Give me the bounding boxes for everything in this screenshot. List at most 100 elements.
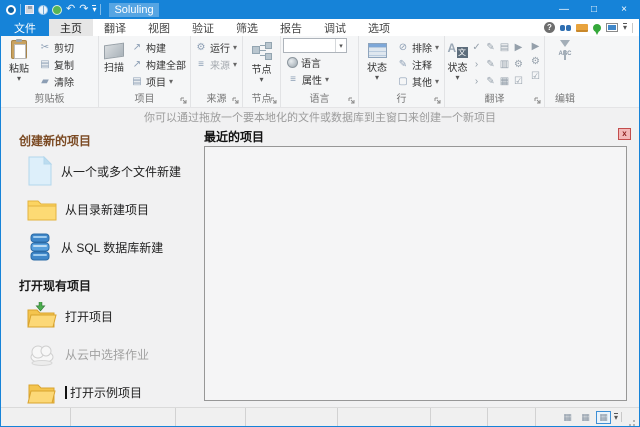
edit-translation-icon[interactable]: ✎ [484,41,497,56]
recent-close-button[interactable]: x [618,128,631,140]
paste-button[interactable]: 粘贴 ▾ [3,38,35,93]
node-button[interactable]: 节点 ▾ [246,38,278,93]
language-combobox[interactable]: ▾ [283,38,347,53]
approve-icon[interactable]: ✓ [470,41,483,56]
language-button[interactable]: 语言 [285,54,358,71]
help-icon[interactable]: ? [544,22,555,33]
validate-translation-icon[interactable]: ☑ [531,71,540,83]
run-translate-icon[interactable]: ▶ [531,41,540,53]
tab-filter[interactable]: 筛选 [225,19,269,36]
scan-button[interactable]: 扫描 [101,38,127,93]
node-dropdown-icon[interactable]: ▾ [259,77,263,83]
translate-settings-icon[interactable]: ⚙ [531,56,540,68]
translate-service-icon[interactable] [38,5,48,15]
new-from-directory-item[interactable]: 从目录新建项目 [27,193,200,225]
open-project-item[interactable]: 打开项目 [27,300,200,332]
project-dialog-launcher[interactable] [180,97,188,105]
source-dialog-launcher[interactable] [232,97,240,105]
tab-view[interactable]: 视图 [137,19,181,36]
customize-qat-dropdown-icon[interactable]: ▾ [92,5,96,14]
view-dropdown-icon[interactable]: ▾ [614,413,618,422]
view-grid-button[interactable]: ▦ [560,411,575,424]
node-dialog-launcher[interactable] [270,97,278,105]
translation-status-dropdown-icon[interactable]: ▾ [456,75,460,81]
translation-tools-icon[interactable]: ⚙ [512,58,525,73]
translation-dialog-launcher[interactable] [534,97,542,105]
build-label: 构建 [146,40,166,55]
language-dialog-launcher[interactable] [348,97,356,105]
window-controls: — □ × [549,0,639,19]
language-combobox-dropdown-icon[interactable]: ▾ [335,39,346,52]
find-icon[interactable] [560,25,571,31]
deliver-icon[interactable] [576,24,588,32]
undo-icon[interactable]: ↶ [66,4,75,15]
edit-note-icon[interactable]: ✎ [484,75,497,90]
row-status-dropdown-icon[interactable]: ▾ [375,75,379,81]
translation-status-label: 状态 [448,59,468,74]
tab-report[interactable]: 报告 [269,19,313,36]
ribbon-group-language: ▾ 语言 ≡ 属性 ▾ 语言 [281,36,359,107]
translation-memory-icon[interactable]: ▦ [498,75,511,90]
exclude-button[interactable]: ⊘ 排除 ▾ [395,39,441,56]
next-untranslated-icon[interactable]: › [470,75,483,90]
edit-accept-icon[interactable]: ✎ [484,58,497,73]
minimize-button[interactable]: — [549,0,579,19]
cut-button[interactable]: ✂ 剪切 [37,39,76,56]
other-button[interactable]: ▢ 其他 ▾ [395,73,441,90]
view-split-button[interactable]: ▦ [578,411,593,424]
open-samples-item[interactable]: 打开示例项目 [27,376,200,408]
project-menu-button[interactable]: ▤ 项目 ▾ [129,73,188,90]
clear-button[interactable]: ▰ 清除 [37,73,76,90]
maximize-button[interactable]: □ [579,0,609,19]
row-status-button[interactable]: 状态 ▾ [361,38,393,93]
status-segment [246,408,338,426]
tools-dropdown-icon[interactable]: ▾ [623,23,627,32]
translation-status-button[interactable]: A 文 状态 ▾ [447,38,468,93]
tab-home[interactable]: 主页 [49,19,93,36]
toolbar-separator [100,4,101,15]
ribbon-group-node: 节点 ▾ 节点 [243,36,281,107]
recent-projects-list[interactable] [204,146,627,401]
tab-translate[interactable]: 翻译 [93,19,137,36]
close-button[interactable]: × [609,0,639,19]
recent-projects-title: 最近的项目 [204,128,264,145]
redo-icon[interactable]: ↷ [79,4,88,15]
filter-funnel-icon[interactable] [560,40,570,47]
location-icon[interactable] [593,24,601,32]
source-button[interactable]: ≡ 来源 ▾ [193,56,239,73]
accept-check-icon[interactable]: ☑ [512,75,525,90]
next-row-icon[interactable]: › [470,58,483,73]
build-all-button[interactable]: ↗ 构建全部 [129,56,188,73]
new-from-files-item[interactable]: 从一个或多个文件新建 [27,155,200,187]
resize-grip[interactable] [627,418,635,426]
view-list-button[interactable]: ▦ [596,411,611,424]
language-combobox-input[interactable] [284,39,335,52]
translate-icon: A 文 [448,42,468,58]
properties-dropdown-icon: ▾ [325,75,329,84]
cloud-job-item[interactable]: 从云中选择作业 [27,338,200,370]
new-from-sql-item[interactable]: 从 SQL 数据库新建 [27,231,200,263]
build-all-label: 构建全部 [146,57,186,72]
app-logo-icon[interactable] [6,5,16,15]
remote-screen-icon[interactable] [606,23,618,32]
new-from-directory-label: 从目录新建项目 [65,201,149,218]
tab-options[interactable]: 选项 [357,19,401,36]
copy-source-icon[interactable]: ▥ [498,58,511,73]
run-button[interactable]: ⚙ 运行 ▾ [193,39,239,56]
save-icon[interactable] [25,5,34,14]
properties-button[interactable]: ≡ 属性 ▾ [285,71,358,88]
tab-file[interactable]: 文件 [1,19,49,36]
ribbon-group-row: 状态 ▾ ⊘ 排除 ▾ ✎ 注释 ▢ 其他 [359,36,445,107]
paste-translation-icon[interactable]: ▤ [498,41,511,56]
exchange-icon[interactable] [52,5,62,15]
paste-dropdown-icon[interactable]: ▾ [17,76,21,82]
build-button[interactable]: ↗ 构建 [129,39,188,56]
auto-translate-icon[interactable]: ▶ [512,41,525,56]
tab-debug[interactable]: 调试 [313,19,357,36]
exclude-label: 排除 [412,40,432,55]
copy-button[interactable]: ▤ 复制 [37,56,76,73]
row-dialog-launcher[interactable] [434,97,442,105]
tab-validate[interactable]: 验证 [181,19,225,36]
window-title: Soluling [109,3,158,17]
comment-button[interactable]: ✎ 注释 [395,56,441,73]
